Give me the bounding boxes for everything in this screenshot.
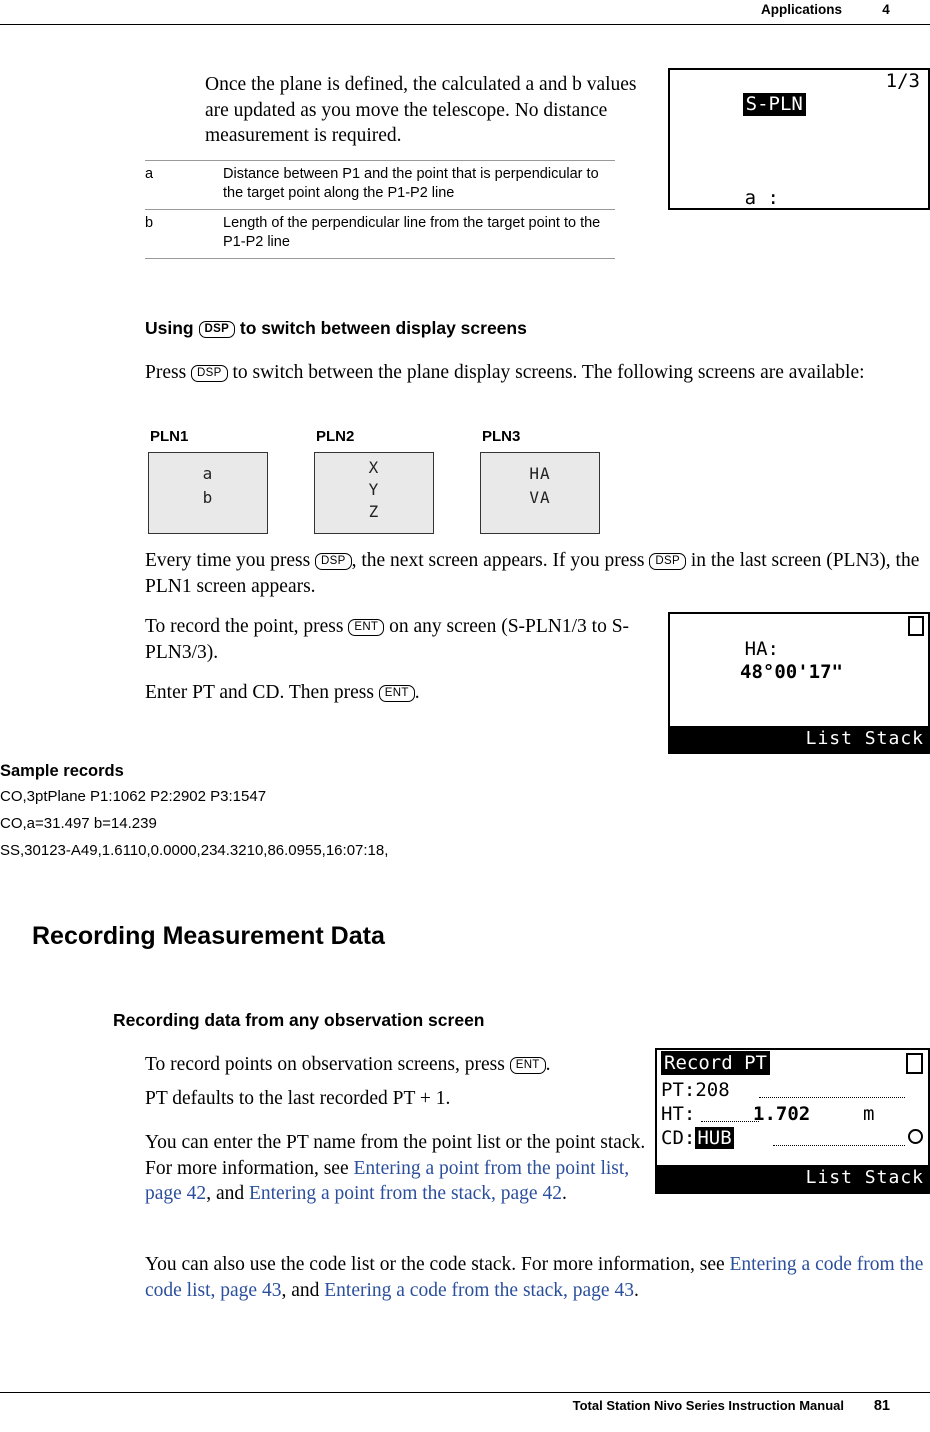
sample-record-line-1: CO,3ptPlane P1:1062 P2:2902 P3:1547: [0, 788, 267, 805]
screen-observation-record: HA: 48°00'17" VA: 92°50'22" SD: 45.620 m…: [668, 612, 930, 754]
battery-icon: [906, 1053, 923, 1074]
table-row: a Distance between P1 and the point that…: [145, 160, 615, 210]
footer-page-number: 81: [873, 1398, 890, 1414]
dsp-key-cap-2: DSP: [191, 365, 228, 382]
dsp-paragraph-3: To record the point, press ENT on any sc…: [145, 614, 645, 665]
recording-paragraph-1: To record points on observation screens,…: [145, 1052, 635, 1078]
ent-key-cap-1: ENT: [348, 619, 385, 636]
recpt-pt-value: 208: [695, 1079, 730, 1101]
pln3-label: PLN3: [482, 428, 521, 445]
recording-paragraph-3: You can enter the PT name from the point…: [145, 1130, 655, 1207]
recpt-cd-value[interactable]: HUB: [695, 1127, 734, 1149]
pln1-line-2: b: [202, 488, 214, 507]
footer-manual-title: Total Station Nivo Series Instruction Ma…: [572, 1398, 844, 1413]
dsp-p3-a: To record the point, press: [145, 616, 344, 637]
dsp-key-cap-4: DSP: [649, 553, 686, 570]
link-entering-code-stack[interactable]: Entering a code from the stack, page 43: [324, 1280, 634, 1301]
dsp-p4-a: Enter PT and CD. Then press: [145, 682, 374, 703]
pln1-screen: a b: [148, 452, 268, 534]
recording-paragraph-4: You can also use the code list or the co…: [145, 1252, 930, 1303]
sample-record-line-3: SS,30123-A49,1.6110,0.0000,234.3210,86.0…: [0, 842, 389, 859]
rec-ha-label: HA:: [744, 638, 779, 660]
screen-record-pt: Record PT PT:208 HT: 1.702 m CD: HUB List…: [655, 1048, 930, 1194]
intro-paragraph: Once the plane is defined, the calculate…: [205, 74, 637, 146]
pln2-label: PLN2: [316, 428, 355, 445]
pln3-line-2: VA: [529, 488, 551, 507]
screen-s-plane: S-PLN 1/3 a : -0.214 m b : 3.502 m * a: …: [668, 68, 930, 210]
target-icon: [908, 1129, 923, 1144]
pln2-line-3: Z: [368, 502, 380, 521]
section-heading-recording: Recording Measurement Data: [32, 922, 385, 950]
dsp-p2-a: Every time you press: [145, 550, 311, 571]
rec-va-label: VA:: [745, 753, 779, 754]
rec-p3-mid: , and: [206, 1183, 249, 1204]
recpt-ht-dotted-field[interactable]: [701, 1121, 759, 1122]
rec-p4-end: .: [633, 1279, 639, 1301]
pln2-line-1: X: [368, 458, 380, 477]
dsp-p4-b: .: [414, 682, 420, 703]
parameter-table: a Distance between P1 and the point that…: [145, 160, 615, 259]
page-header: Applications 4: [0, 0, 930, 34]
recpt-ht-value: 1.702: [753, 1103, 811, 1125]
param-desc-b: Length of the perpendicular line from th…: [223, 209, 615, 259]
recpt-cd-dotted-field[interactable]: [773, 1145, 905, 1146]
footer-divider: [0, 1392, 930, 1393]
recpt-title: Record PT: [661, 1051, 770, 1075]
dsp-key-cap-3: DSP: [315, 553, 352, 570]
sample-record-line-2: CO,a=31.497 b=14.239: [0, 815, 157, 832]
pln2-line-2: Y: [368, 480, 380, 499]
splane-title: S-PLN: [742, 93, 806, 116]
dsp-heading-post: to switch between display screens: [239, 318, 527, 338]
dsp-heading-pre: Using: [145, 318, 194, 338]
header-divider: [0, 24, 930, 25]
rec-p1-b: .: [545, 1054, 551, 1075]
recpt-ht-unit: m: [863, 1103, 875, 1125]
pln3-line-1: HA: [529, 464, 551, 483]
recpt-softkey-bar[interactable]: List Stack: [657, 1165, 928, 1192]
rec-p1-a: To record points on observation screens,…: [145, 1054, 505, 1075]
splane-a-label: a :: [744, 187, 779, 209]
rec-softkey-bar[interactable]: List Stack: [670, 726, 928, 752]
rec-p4-a: You can also use the code list or the co…: [145, 1254, 730, 1275]
page-footer: Total Station Nivo Series Instruction Ma…: [0, 1392, 930, 1432]
ent-key-cap-3: ENT: [509, 1057, 546, 1074]
dsp-paragraph-4: Enter PT and CD. Then press ENT.: [145, 680, 645, 706]
battery-icon: [908, 616, 924, 636]
dsp-section-heading: Using DSP to switch between display scre…: [145, 318, 745, 339]
rec-p3-end: .: [561, 1183, 567, 1204]
pln1-line-1: a: [202, 464, 214, 483]
dsp-p1-post: to switch between the plane display scre…: [232, 362, 865, 383]
dsp-p1-pre: Press: [145, 362, 187, 383]
link-entering-point-stack[interactable]: Entering a point from the stack, page 42: [249, 1183, 562, 1204]
pln2-screen: X Y Z: [314, 452, 434, 534]
recpt-ht-label: HT:: [661, 1103, 696, 1125]
ent-key-cap-2: ENT: [378, 685, 415, 702]
dsp-p2-b: , the next screen appears. If you press: [351, 550, 645, 571]
sample-records-heading: Sample records: [0, 762, 124, 780]
document-page: Applications 4 Once the plane is defined…: [0, 0, 930, 1432]
param-key-b: b: [145, 209, 223, 259]
header-chapter-number: 4: [882, 2, 890, 17]
recpt-pt-dotted-field[interactable]: [759, 1097, 905, 1098]
splane-page-indicator: 1/3: [885, 70, 920, 92]
param-desc-a: Distance between P1 and the point that i…: [223, 160, 615, 210]
dsp-paragraph-1: Press DSP to switch between the plane di…: [145, 360, 930, 386]
recpt-cd-label: CD:: [661, 1127, 696, 1149]
subsection-heading-observation: Recording data from any observation scre…: [113, 1010, 485, 1030]
pln1-label: PLN1: [150, 428, 189, 445]
dsp-paragraph-2: Every time you press DSP, the next scree…: [145, 548, 930, 599]
header-section-label: Applications: [760, 2, 842, 17]
rec-ha-value: 48°00'17": [740, 661, 843, 683]
pln3-screen: HA VA: [480, 452, 600, 534]
table-row: b Length of the perpendicular line from …: [145, 209, 615, 259]
recording-paragraph-2: PT defaults to the last recorded PT + 1.: [145, 1088, 451, 1109]
recpt-pt-label: PT:: [661, 1079, 696, 1101]
dsp-key-cap: DSP: [198, 321, 236, 338]
rec-p4-mid: , and: [281, 1279, 325, 1301]
param-key-a: a: [145, 160, 223, 210]
